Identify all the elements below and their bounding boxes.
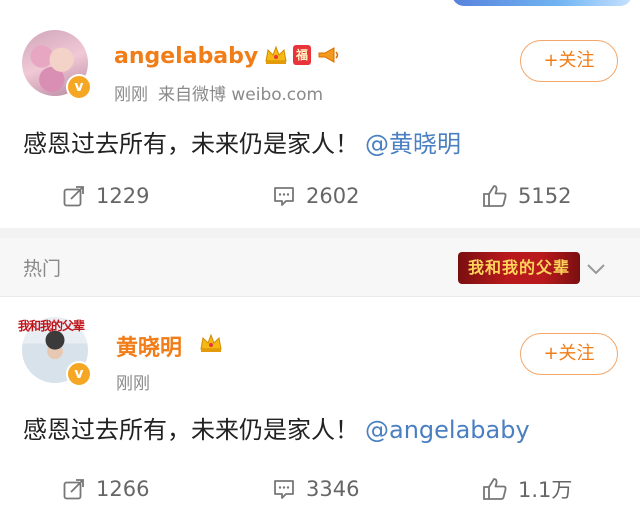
follow-button[interactable]: +关注 [520,333,618,375]
repost-button[interactable]: 1229 [62,176,149,216]
avatar[interactable]: v [22,30,92,100]
repost-count: 1229 [96,184,150,208]
like-button[interactable]: 5152 [482,176,571,216]
repost-count: 1266 [96,477,150,501]
horn-icon [316,45,340,65]
hot-label: 热门 [23,258,62,280]
mention-link[interactable]: @angelababy [365,416,530,444]
fu-icon: 福 [293,45,311,65]
username[interactable]: 黄晓明 [116,330,182,362]
post-text: 感恩过去所有，未来仍是家人！ [23,130,359,158]
comment-icon [272,477,296,501]
crown-icon [199,333,223,353]
post-time: 刚刚 [114,85,148,105]
chevron-down-icon[interactable] [586,260,606,279]
post-content: 感恩过去所有，未来仍是家人！ @angelababy [23,410,530,445]
post-actions: 1229 2602 5152 [0,176,640,216]
user-badges: 福 [264,45,340,65]
repost-icon [62,184,86,208]
section-gap [0,228,640,238]
top-banner [0,0,640,8]
username[interactable]: angelababy [114,44,258,69]
weibo-post: v angelababy 福 刚刚 来自微博 weibo.com +关注 感恩过去… [0,8,640,236]
banner-swoosh [452,0,632,6]
movie-banner[interactable]: 我和我的父辈 [458,252,580,284]
post-text: 感恩过去所有，未来仍是家人！ [23,416,359,444]
post-meta: 刚刚 来自微博 weibo.com [114,80,323,105]
weibo-post: 我和我的父辈 v 黄晓明 刚刚 +关注 感恩过去所有，未来仍是家人！ @angel… [0,297,640,505]
comment-button[interactable]: 3346 [272,469,359,509]
avatar-movie-tag: 我和我的父辈 [18,319,85,333]
comment-icon [272,184,296,208]
comment-count: 2602 [306,184,360,208]
hot-section-bar: 热门 我和我的父辈 [0,238,640,296]
post-content: 感恩过去所有，未来仍是家人！ @黄晓明 [23,124,461,159]
mention-link[interactable]: @黄晓明 [365,130,461,158]
verified-badge-icon: v [66,361,92,387]
like-button[interactable]: 1.1万 [482,469,572,509]
user-badges [199,333,223,353]
comment-count: 3346 [306,477,360,501]
thumbs-up-icon [482,477,508,501]
post-time: 刚刚 [116,374,150,394]
verified-badge-icon: v [66,74,92,100]
like-count: 1.1万 [518,478,573,502]
comment-button[interactable]: 2602 [272,176,359,216]
post-actions: 1266 3346 1.1万 [0,469,640,509]
follow-button[interactable]: +关注 [520,40,618,82]
repost-button[interactable]: 1266 [62,469,149,509]
thumbs-up-icon [482,184,508,208]
post-meta: 刚刚 [116,369,150,394]
like-count: 5152 [518,184,572,208]
post-source: 来自微博 weibo.com [158,85,324,105]
repost-icon [62,477,86,501]
crown-icon [264,45,288,65]
